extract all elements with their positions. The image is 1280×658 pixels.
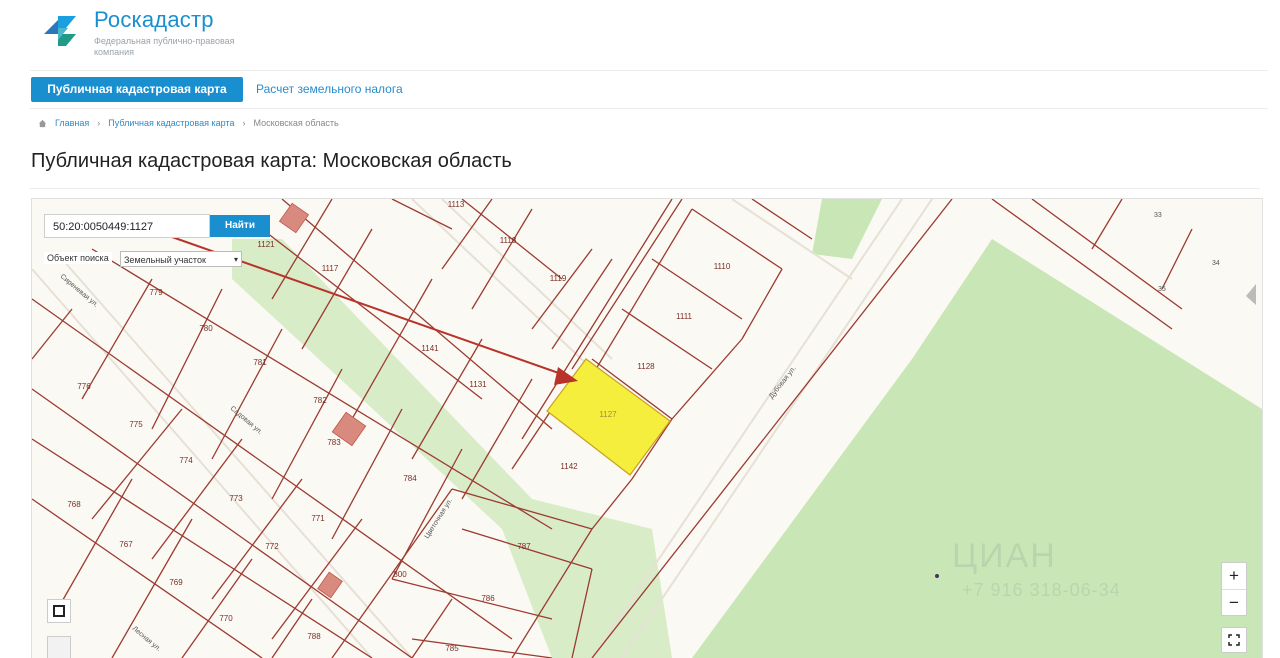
breadcrumb: Главная › Публичная кадастровая карта › … xyxy=(38,118,339,128)
fullscreen-button[interactable] xyxy=(1221,627,1247,653)
parcel-label: 779 xyxy=(149,288,163,297)
corner-label: 33 xyxy=(1154,212,1162,219)
breadcrumb-home[interactable]: Главная xyxy=(55,118,89,128)
street-label: Цветочная ул. xyxy=(424,497,454,540)
corner-labels: 33 34 35 xyxy=(1154,212,1220,293)
parcel-label: 784 xyxy=(403,474,417,483)
watermark-phone: +7 916 318-06-34 xyxy=(962,580,1121,600)
parcel-label: 1141 xyxy=(421,344,439,353)
parcel-label: 772 xyxy=(265,542,279,551)
location-marker-icon xyxy=(935,574,939,578)
breadcrumb-separator: › xyxy=(97,118,101,128)
breadcrumb-current: Московская область xyxy=(253,118,339,128)
parcel-label: 770 xyxy=(219,614,233,623)
street-label: Дубовая ул. xyxy=(767,365,797,401)
corner-label: 35 xyxy=(1158,286,1166,293)
search-object-select[interactable]: Земельный участок ▾ xyxy=(120,251,242,267)
site-header: Роскадастр Федеральная публично-правовая… xyxy=(40,6,440,66)
parcel-label: 1111 xyxy=(676,312,693,321)
parcel-label: 781 xyxy=(253,358,267,367)
parcel-label: 1128 xyxy=(637,362,655,371)
parcel-label: 788 xyxy=(307,632,321,641)
parcel-label: 1117 xyxy=(322,264,339,273)
street-labels: Сиреневая ул. Садовая ул. Цветочная ул. … xyxy=(59,273,798,653)
parcel-label: 1118 xyxy=(500,236,517,245)
parcel-label: 1113 xyxy=(448,200,465,209)
header-divider xyxy=(30,70,1268,71)
green-corner xyxy=(812,199,882,259)
zoom-out-button[interactable]: − xyxy=(1222,590,1246,616)
roskadastr-logo-icon xyxy=(44,16,76,46)
parcel-label: 773 xyxy=(229,494,243,503)
parcel-label: 783 xyxy=(327,438,341,447)
parcel-label: 1127 xyxy=(599,410,617,419)
parcel-label: 1119 xyxy=(550,274,567,283)
zoom-in-button[interactable]: + xyxy=(1222,563,1246,589)
parcel-label: 785 xyxy=(445,644,459,653)
parcel-label: 775 xyxy=(129,420,143,429)
parcel-label: 1131 xyxy=(469,380,487,389)
street-label: Лесная ул. xyxy=(131,625,162,653)
parcel-label: 786 xyxy=(481,594,495,603)
breadcrumb-cadastral-map[interactable]: Публичная кадастровая карта xyxy=(108,118,234,128)
zoom-control: + − xyxy=(1221,562,1247,616)
cadastral-number-input[interactable]: 50:20:0050449:1127 xyxy=(44,214,210,238)
layer-toggle-button[interactable] xyxy=(47,599,71,623)
title-divider xyxy=(30,188,1260,189)
parcel-label: 771 xyxy=(311,514,325,523)
brand-name[interactable]: Роскадастр xyxy=(94,7,214,33)
parcel-label: 1121 xyxy=(257,240,275,249)
search-object-value: Земельный участок xyxy=(124,255,206,265)
street-label: Садовая ул. xyxy=(229,405,264,436)
parcel-label: 776 xyxy=(77,382,91,391)
page-title: Публичная кадастровая карта: Московская … xyxy=(31,150,512,172)
parcel-label: 1110 xyxy=(714,262,731,271)
parcel-label: 780 xyxy=(199,324,213,333)
parcel-label: 769 xyxy=(169,578,183,587)
parcel-label: 1142 xyxy=(560,462,578,471)
tab-land-tax[interactable]: Расчет земельного налога xyxy=(256,77,403,102)
square-icon xyxy=(53,605,65,617)
corner-label: 34 xyxy=(1212,260,1220,267)
nav-divider xyxy=(30,108,1268,109)
map-nav-arrow-icon[interactable] xyxy=(1246,284,1256,305)
chevron-down-icon: ▾ xyxy=(233,255,238,264)
watermark-brand: ЦИАН xyxy=(952,537,1057,575)
search-object-label: Объект поиска xyxy=(44,252,112,264)
find-button[interactable]: Найти xyxy=(210,215,270,237)
parcel-label: 774 xyxy=(179,456,193,465)
parcel-label: 767 xyxy=(119,540,133,549)
basemap-thumbnail-button[interactable] xyxy=(47,636,71,658)
home-icon[interactable] xyxy=(38,119,47,128)
tab-cadastral-map[interactable]: Публичная кадастровая карта xyxy=(31,77,243,102)
parcel-label: 787 xyxy=(517,542,531,551)
breadcrumb-separator: › xyxy=(242,118,246,128)
parcel-label: 768 xyxy=(67,500,81,509)
parcel-label: 800 xyxy=(393,570,407,579)
cadastral-map[interactable]: 1127 1142 1128 1111 1110 1119 1118 1117 … xyxy=(31,198,1263,658)
parcel-label: 782 xyxy=(313,396,327,405)
brand-subtitle: Федеральная публично-правовая компания xyxy=(94,36,235,57)
fullscreen-icon xyxy=(1228,634,1240,646)
